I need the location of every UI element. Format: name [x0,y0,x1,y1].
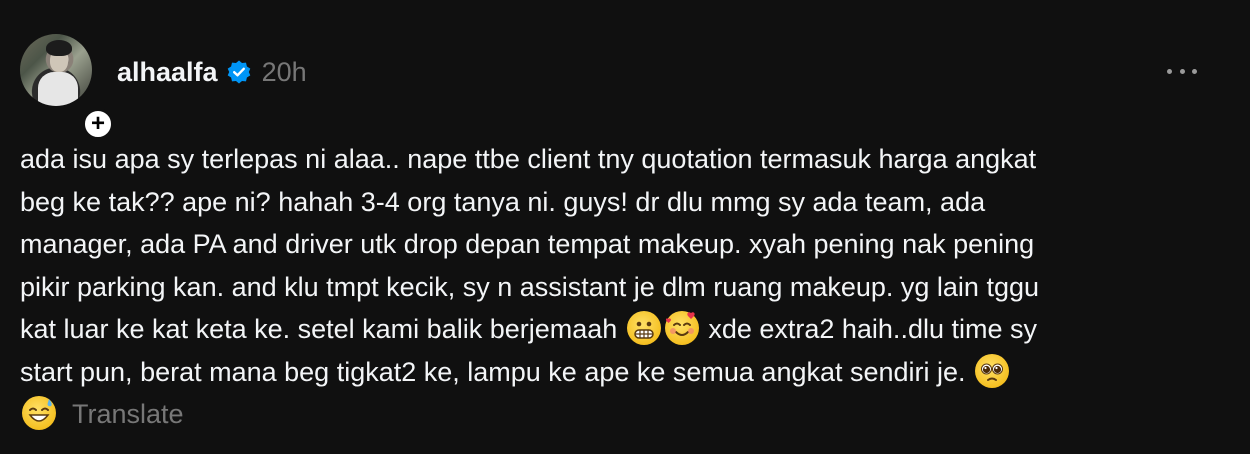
grinning-face-with-sweat-icon [22,396,56,430]
pleading-face-icon [975,353,1010,388]
post-body: ada isu apa sy terlepas ni alaa.. nape t… [20,138,1220,436]
avatar-container[interactable]: + [20,34,114,140]
verified-badge-icon [226,59,252,85]
post-time: 20h [261,56,307,87]
post-text-line: start pun, berat mana beg tigkat2 ke, la… [20,351,1220,394]
avatar[interactable] [20,34,92,106]
post-text-segment: start pun, berat mana beg tigkat2 ke, la… [20,356,974,387]
username[interactable]: alhaalfa [117,57,218,88]
post-text-segment: kat luar ke kat keta ke. setel kami bali… [20,314,618,344]
post-text-line: beg ke tak?? ape ni? hahah 3-4 org tanya… [20,186,986,217]
post-header: alhaalfa 20h [117,56,307,88]
post-text-line: manager, ada PA and driver utk drop depa… [20,229,1035,259]
post-text-line: ada isu apa sy terlepas ni alaa.. nape t… [20,144,1037,174]
smiling-face-with-hearts-icon [664,311,699,345]
thread-post: + alhaalfa 20h ada isu apa sy terlepas n… [0,0,1250,454]
grimacing-face-icon [626,311,661,345]
follow-plus-icon[interactable]: + [82,108,114,140]
post-text-line: pikir parking kan. and klu tmpt kecik, s… [20,271,1039,302]
post-text-segment: xde extra2 haih..dlu time sy [700,314,1037,344]
translate-link[interactable]: Translate [72,399,184,429]
post-text-line: kat luar ke kat keta ke. setel kami bali… [20,308,1220,351]
post-text-line: Translate [20,393,1220,436]
more-options-icon[interactable] [1167,66,1197,76]
